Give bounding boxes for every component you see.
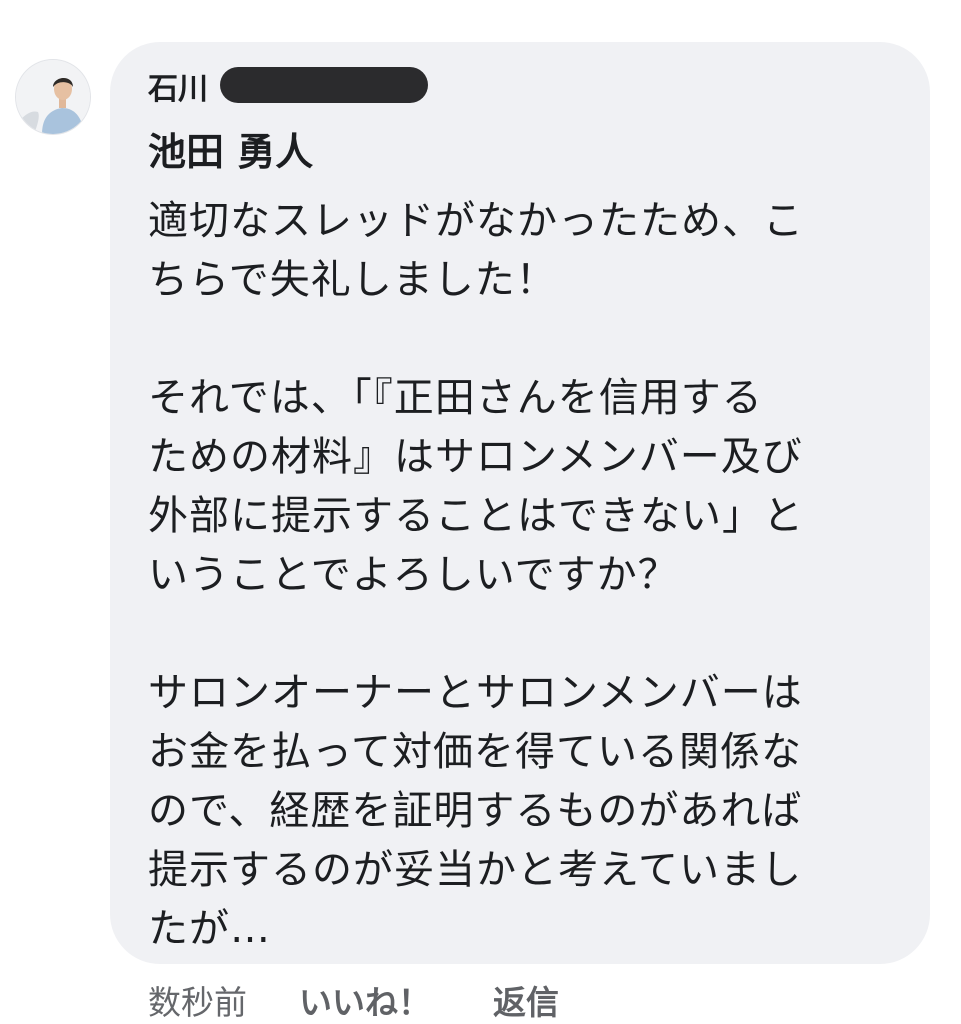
comment-line: 外部に提示することはできない」と (148, 493, 804, 539)
comment-line: ちらで失礼しました！ (148, 257, 557, 303)
comment-line: お金を払って対価を得ている関係な (148, 729, 802, 775)
comment-text: 適切なスレッドがなかったため、こ ちらで失礼しました！ それでは、「『正田さんを… (148, 192, 898, 959)
comment-line: いうことでよろしいですか？ (148, 552, 679, 598)
avatar-photo-icon (16, 60, 90, 134)
comment-line: たが… (148, 906, 271, 952)
profile-avatar[interactable] (16, 60, 90, 134)
comment-timestamp[interactable]: 数秒前 (148, 976, 247, 1024)
comment-line: 提示するのが妥当かと考えていまし (148, 847, 802, 893)
like-button[interactable]: いいね！ (299, 976, 431, 1024)
comment-bubble: 石川 池田 勇人 適切なスレッドがなかったため、こ ちらで失礼しました！ それで… (110, 42, 930, 964)
group-name[interactable]: 石川 (148, 72, 208, 108)
comment-line: ので、経歴を証明するものがあれば (148, 788, 803, 834)
comment-line: 適切なスレッドがなかったため、こ (148, 198, 804, 244)
comment-line: それでは、「『正田さんを信用する (148, 375, 763, 421)
comment-author[interactable]: 池田 勇人 (148, 129, 313, 175)
comment-line: ための材料』はサロンメンバー及び (148, 434, 803, 480)
comment-actions: 数秒前 いいね！ 返信 (148, 976, 559, 1024)
redaction-bar (220, 67, 428, 103)
reply-button[interactable]: 返信 (493, 976, 559, 1024)
comment-line: サロンオーナーとサロンメンバーは (148, 670, 803, 716)
